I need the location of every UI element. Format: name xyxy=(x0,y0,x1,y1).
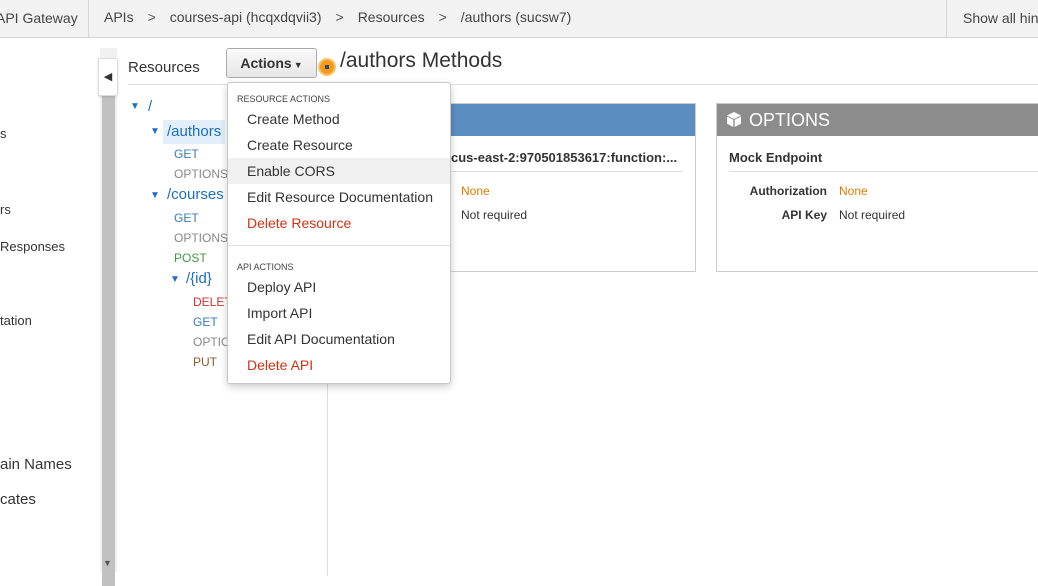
method-get[interactable]: GET xyxy=(174,147,199,161)
menu-item-enable-cors[interactable]: Enable CORS xyxy=(228,158,450,184)
breadcrumb-separator: > xyxy=(438,9,447,25)
show-all-hints-button[interactable]: Show all hint xyxy=(946,0,1038,37)
nav-item[interactable]: s xyxy=(0,126,7,141)
cube-icon xyxy=(727,112,741,127)
menu-item-delete-resource[interactable]: Delete Resource xyxy=(228,210,450,236)
authorization-label: Authorization xyxy=(749,184,827,198)
resource-root[interactable]: / xyxy=(148,98,152,115)
nav-item-client-certificates[interactable]: cates xyxy=(0,491,36,508)
api-key-label: API Key xyxy=(781,208,827,222)
triangle-down-icon[interactable]: ▼ xyxy=(150,126,160,137)
actions-button[interactable]: Actions ▼ xyxy=(226,48,317,78)
triangle-down-icon[interactable]: ▼ xyxy=(170,274,180,285)
menu-section-header: RESOURCE ACTIONS xyxy=(237,94,331,104)
menu-section-header: API ACTIONS xyxy=(237,262,294,272)
api-key-value: Not required xyxy=(461,208,528,222)
loading-indicator-icon xyxy=(318,58,336,76)
resource-courses[interactable]: /courses xyxy=(167,186,224,203)
menu-item-edit-api-documentation[interactable]: Edit API Documentation xyxy=(228,326,450,352)
left-navigation: s rs Responses tation ain Names cates xyxy=(0,38,98,576)
scrollbar-thumb[interactable] xyxy=(102,86,115,586)
method-get[interactable]: GET xyxy=(174,211,199,225)
breadcrumb-apis[interactable]: APIs xyxy=(104,9,134,25)
breadcrumb-resources[interactable]: Resources xyxy=(358,9,425,25)
menu-item-import-api[interactable]: Import API xyxy=(228,300,450,326)
method-options[interactable]: OPTIONS xyxy=(174,167,228,181)
scrollbar[interactable]: ▼ xyxy=(100,48,117,586)
method-put[interactable]: PUT xyxy=(193,355,217,369)
top-breadcrumb-bar: API Gateway APIs > courses-api (hcqxdqvii3… xyxy=(0,0,1038,38)
menu-divider xyxy=(228,245,450,246)
endpoint-label: cus-east-2:970501853617:function:... xyxy=(451,150,678,165)
resource-id[interactable]: /{id} xyxy=(186,270,212,287)
menu-item-delete-api[interactable]: Delete API xyxy=(228,352,450,378)
api-key-value: Not required xyxy=(839,208,906,222)
method-post[interactable]: POST xyxy=(174,251,207,265)
method-card-options[interactable]: OPTIONS Mock Endpoint Authorization None… xyxy=(716,103,1038,272)
menu-item-deploy-api[interactable]: Deploy API xyxy=(228,274,450,300)
card-title: OPTIONS xyxy=(749,110,831,130)
resource-authors[interactable]: /authors xyxy=(163,120,226,144)
resources-title: Resources xyxy=(128,59,200,76)
menu-item-create-resource[interactable]: Create Resource xyxy=(228,132,450,158)
endpoint-label: Mock Endpoint xyxy=(729,150,823,165)
breadcrumb-separator: > xyxy=(147,9,156,25)
authorization-value: None xyxy=(461,184,490,198)
method-get[interactable]: GET xyxy=(193,315,218,329)
scroll-down-arrow-icon[interactable]: ▼ xyxy=(103,558,112,568)
page-title: /authors Methods xyxy=(340,49,503,72)
authorization-value: None xyxy=(839,184,868,198)
nav-item-custom-domain-names[interactable]: ain Names xyxy=(0,456,72,473)
breadcrumb-api[interactable]: courses-api (hcqxdqvii3) xyxy=(170,9,322,25)
divider xyxy=(451,171,683,172)
menu-item-edit-resource-documentation[interactable]: Edit Resource Documentation xyxy=(228,184,450,210)
nav-item-documentation[interactable]: tation xyxy=(0,313,32,328)
triangle-down-icon[interactable]: ▼ xyxy=(130,101,140,112)
app-name[interactable]: API Gateway xyxy=(0,0,89,37)
triangle-down-icon[interactable]: ▼ xyxy=(150,190,160,201)
method-options[interactable]: OPTIONS xyxy=(174,231,228,245)
nav-item[interactable]: rs xyxy=(0,202,11,217)
breadcrumb-separator: > xyxy=(335,9,344,25)
nav-item-gateway-responses[interactable]: Responses xyxy=(0,239,65,254)
card-header xyxy=(451,104,695,136)
menu-item-create-method[interactable]: Create Method xyxy=(228,106,450,132)
divider xyxy=(729,171,1038,172)
caret-down-icon: ▼ xyxy=(293,60,303,70)
chevron-left-icon[interactable]: ◀ xyxy=(98,58,118,96)
breadcrumb: APIs > courses-api (hcqxdqvii3) > Resources >… xyxy=(104,0,571,37)
actions-dropdown-menu: RESOURCE ACTIONS Create Method Create Re… xyxy=(227,82,451,384)
method-card-get[interactable]: cus-east-2:970501853617:function:... Non… xyxy=(450,103,696,272)
card-header: OPTIONS xyxy=(717,104,1038,136)
breadcrumb-current[interactable]: /authors (sucsw7) xyxy=(461,9,571,25)
